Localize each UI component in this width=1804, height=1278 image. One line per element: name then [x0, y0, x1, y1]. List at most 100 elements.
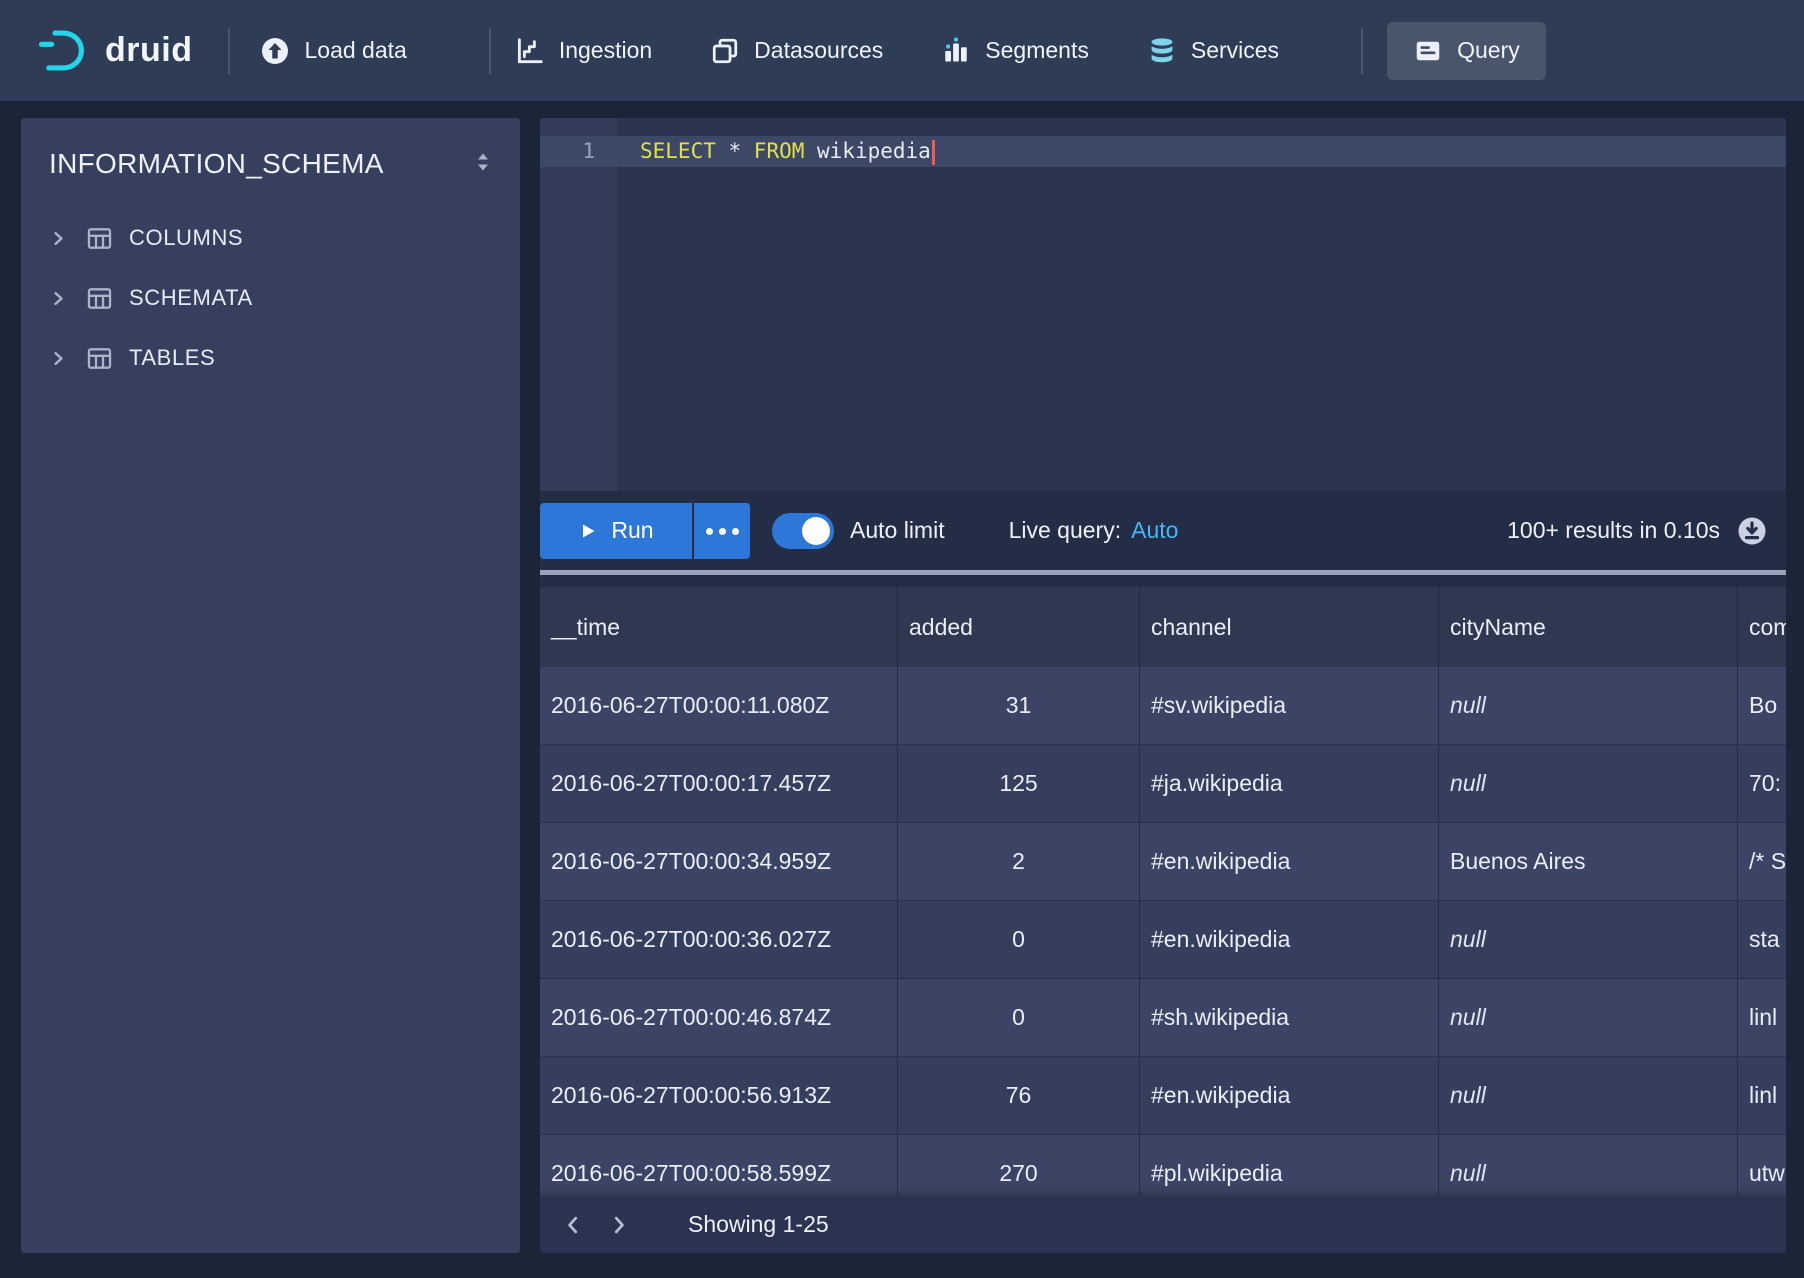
run-button[interactable]: Run	[540, 503, 692, 559]
table-row: 2016-06-27T00:00:17.457Z125#ja.wikipedia…	[540, 745, 1786, 823]
panel-splitter[interactable]	[540, 570, 1786, 575]
table-row: 2016-06-27T00:00:36.027Z0#en.wikipedianu…	[540, 901, 1786, 979]
table-icon	[86, 285, 113, 312]
table-cell[interactable]: linl	[1738, 1057, 1786, 1134]
query-icon	[1413, 36, 1443, 66]
next-page-button[interactable]	[596, 1202, 642, 1248]
table-cell[interactable]: linl	[1738, 979, 1786, 1056]
topbar: druid Load data Ingestion Datasources	[0, 0, 1804, 101]
prev-page-button[interactable]	[550, 1202, 596, 1248]
table-cell[interactable]: /* S	[1738, 823, 1786, 900]
column-header-cityName[interactable]: cityName	[1439, 587, 1738, 667]
table-cell[interactable]: #sh.wikipedia	[1140, 979, 1439, 1056]
topbar-divider	[489, 28, 491, 74]
download-icon[interactable]	[1736, 515, 1768, 547]
topbar-divider	[228, 28, 230, 74]
sql-token: SELECT	[640, 139, 716, 163]
nav-segments[interactable]: Segments	[941, 36, 1089, 66]
nav-datasources[interactable]: Datasources	[710, 36, 883, 66]
table-cell[interactable]: #ja.wikipedia	[1140, 745, 1439, 822]
table-cell[interactable]: null	[1439, 901, 1738, 978]
table-row: 2016-06-27T00:00:34.959Z2#en.wikipediaBu…	[540, 823, 1786, 901]
schema-tree: COLUMNS SCHEMATA TABLES	[21, 208, 520, 388]
auto-limit-toggle[interactable]	[772, 513, 834, 549]
editor-gutter	[540, 118, 617, 491]
chevron-right-icon	[49, 289, 68, 308]
run-toolbar: Run Auto limit Live query: Auto 100+ res…	[540, 491, 1786, 570]
table-cell[interactable]: 125	[898, 745, 1140, 822]
chevron-right-icon	[49, 349, 68, 368]
table-cell[interactable]: #en.wikipedia	[1140, 1057, 1439, 1134]
column-header-time[interactable]: __time	[540, 587, 898, 667]
results-table: __timeaddedchannelcityNamecomment 2016-0…	[540, 587, 1786, 1253]
sql-code-line: SELECT * FROM wikipedia	[640, 136, 935, 167]
segments-icon	[941, 36, 971, 66]
table-header-row: __timeaddedchannelcityNamecomment	[540, 587, 1786, 667]
table-cell[interactable]: #en.wikipedia	[1140, 901, 1439, 978]
nav-label: Ingestion	[559, 37, 652, 64]
table-cell[interactable]: null	[1439, 745, 1738, 822]
pagination-status: Showing 1-25	[688, 1211, 829, 1238]
column-header-added[interactable]: added	[898, 587, 1140, 667]
table-cell[interactable]: null	[1439, 667, 1738, 744]
nav-label: Load data	[304, 37, 406, 64]
table-cell[interactable]: Buenos Aires	[1439, 823, 1738, 900]
run-label: Run	[611, 517, 653, 544]
nav-label: Segments	[985, 37, 1089, 64]
table-cell[interactable]: 0	[898, 979, 1140, 1056]
table-cell[interactable]: 76	[898, 1057, 1140, 1134]
table-cell[interactable]: sta	[1738, 901, 1786, 978]
column-header-comment[interactable]: comment	[1738, 587, 1786, 667]
table-row: 2016-06-27T00:00:46.874Z0#sh.wikipedianu…	[540, 979, 1786, 1057]
table-cell[interactable]: 70:	[1738, 745, 1786, 822]
topbar-divider	[1361, 28, 1363, 74]
sidebar-item-schemata[interactable]: SCHEMATA	[21, 268, 520, 328]
table-cell[interactable]: null	[1439, 1057, 1738, 1134]
double-caret-icon	[472, 151, 494, 178]
schema-selector[interactable]: INFORMATION_SCHEMA	[21, 118, 520, 180]
table-cell[interactable]: 2	[898, 823, 1140, 900]
table-cell[interactable]: 0	[898, 901, 1140, 978]
table-cell[interactable]: #en.wikipedia	[1140, 823, 1439, 900]
sidebar-item-tables[interactable]: TABLES	[21, 328, 520, 388]
table-cell[interactable]: 31	[898, 667, 1140, 744]
live-query-value[interactable]: Auto	[1131, 517, 1178, 544]
table-cell[interactable]: Bo	[1738, 667, 1786, 744]
nav-label: Query	[1457, 37, 1520, 64]
sidebar-item-label: COLUMNS	[129, 225, 243, 251]
table-cell[interactable]: null	[1439, 979, 1738, 1056]
druid-logo[interactable]: druid	[38, 28, 192, 73]
run-more-button[interactable]	[694, 503, 750, 559]
more-icon	[703, 523, 742, 538]
line-number: 1	[540, 136, 617, 167]
sidebar-item-label: SCHEMATA	[129, 285, 253, 311]
ingestion-icon	[515, 36, 545, 66]
text-cursor	[932, 140, 935, 165]
play-icon	[578, 521, 598, 541]
auto-limit-label: Auto limit	[850, 517, 945, 544]
table-cell[interactable]: 2016-06-27T00:00:11.080Z	[540, 667, 898, 744]
nav-load-data[interactable]: Load data	[260, 36, 406, 66]
table-cell[interactable]: 2016-06-27T00:00:36.027Z	[540, 901, 898, 978]
table-cell[interactable]: 2016-06-27T00:00:56.913Z	[540, 1057, 898, 1134]
main-nav: Load data Ingestion Datasources Segments	[260, 22, 1545, 80]
pagination-bar: Showing 1-25	[540, 1196, 1786, 1253]
table-cell[interactable]: #sv.wikipedia	[1140, 667, 1439, 744]
nav-query[interactable]: Query	[1387, 22, 1546, 80]
schema-sidebar: INFORMATION_SCHEMA COLUMNS SCHEMATA TABLES	[21, 118, 520, 1253]
table-cell[interactable]: 2016-06-27T00:00:46.874Z	[540, 979, 898, 1056]
column-header-channel[interactable]: channel	[1140, 587, 1439, 667]
chevron-right-icon	[49, 229, 68, 248]
table-icon	[86, 225, 113, 252]
druid-logo-icon	[38, 28, 90, 73]
table-cell[interactable]: 2016-06-27T00:00:17.457Z	[540, 745, 898, 822]
sidebar-item-columns[interactable]: COLUMNS	[21, 208, 520, 268]
sql-token: wikipedia	[804, 139, 930, 163]
sql-editor[interactable]: 1 SELECT * FROM wikipedia	[540, 118, 1786, 491]
sql-token: FROM	[754, 139, 805, 163]
table-cell[interactable]: 2016-06-27T00:00:34.959Z	[540, 823, 898, 900]
nav-services[interactable]: Services	[1147, 36, 1279, 66]
table-body: 2016-06-27T00:00:11.080Z31#sv.wikipedian…	[540, 667, 1786, 1213]
nav-ingestion[interactable]: Ingestion	[515, 36, 652, 66]
upload-icon	[260, 36, 290, 66]
